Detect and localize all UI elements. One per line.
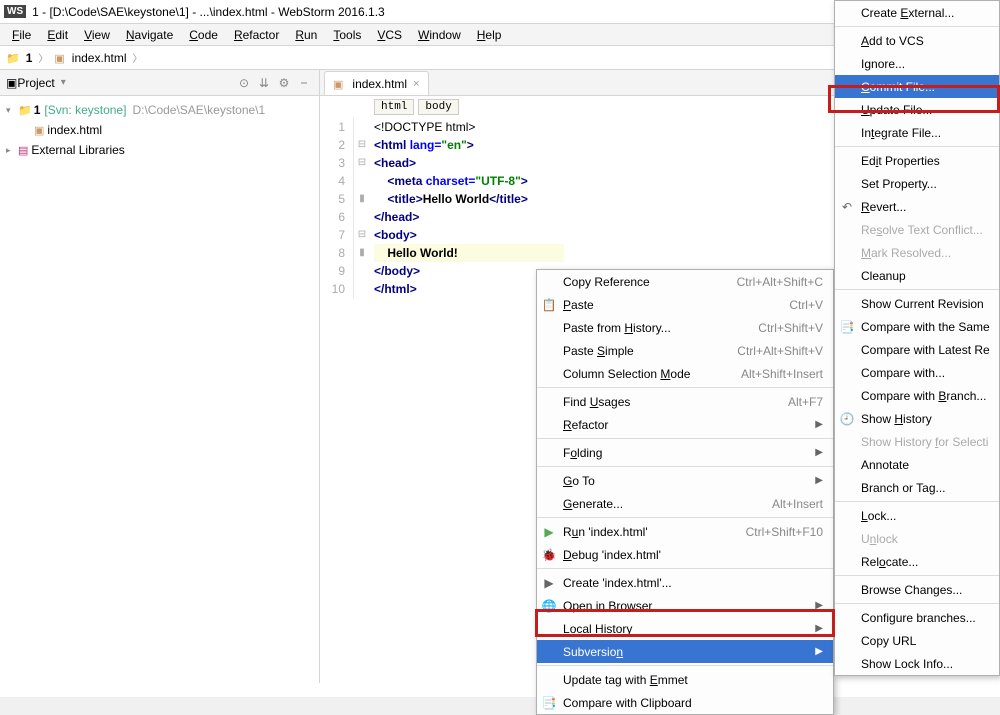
menu-item[interactable]: Branch or Tag...	[835, 476, 999, 499]
menu-tools[interactable]: Tools	[327, 26, 367, 44]
menu-item[interactable]: 📋PasteCtrl+V	[537, 293, 833, 316]
menu-item[interactable]: Folding▶	[537, 441, 833, 464]
menu-item[interactable]: Edit Properties	[835, 149, 999, 172]
tree-ext-label: External Libraries	[31, 143, 124, 157]
menu-item[interactable]: Configure branches...	[835, 606, 999, 629]
vcs-label: [Svn: keystone]	[44, 103, 126, 117]
project-sidebar: ▣ Project ▾ ⊙ ⇊ ⚙ ⎯ ▾ 1 [Svn: keystone] …	[0, 70, 320, 697]
menu-item[interactable]: Paste SimpleCtrl+Alt+Shift+V	[537, 339, 833, 362]
menu-item[interactable]: Copy ReferenceCtrl+Alt+Shift+C	[537, 270, 833, 293]
chevron-icon: 〉	[38, 50, 48, 65]
menu-item[interactable]: 📑Compare with Clipboard	[537, 691, 833, 714]
nav-root[interactable]: 1	[26, 51, 33, 65]
menu-run[interactable]: Run	[289, 26, 323, 44]
collapse-icon[interactable]: ⇊	[255, 74, 273, 92]
crumb-body[interactable]: body	[418, 99, 458, 115]
menu-item[interactable]: Generate...Alt+Insert	[537, 492, 833, 515]
menu-item[interactable]: Local History▶	[537, 617, 833, 640]
menu-item[interactable]: Column Selection ModeAlt+Shift+Insert	[537, 362, 833, 385]
menu-vcs[interactable]: VCS	[371, 26, 408, 44]
menu-item[interactable]: 🌐Open in Browser▶	[537, 594, 833, 617]
menu-item[interactable]: Go To▶	[537, 469, 833, 492]
menu-item[interactable]: Create External...	[835, 1, 999, 24]
menu-item[interactable]: Integrate File...	[835, 121, 999, 144]
menu-file[interactable]: File	[6, 26, 37, 44]
tree-root-label: 1	[34, 103, 41, 117]
menu-edit[interactable]: Edit	[41, 26, 74, 44]
menu-view[interactable]: View	[78, 26, 116, 44]
menu-item[interactable]: Subversion▶	[537, 640, 833, 663]
editor-context-menu[interactable]: Copy ReferenceCtrl+Alt+Shift+C📋PasteCtrl…	[536, 269, 834, 715]
tree-path: D:\Code\SAE\keystone\1	[132, 103, 265, 117]
nav-file[interactable]: index.html	[72, 51, 127, 65]
html-icon	[54, 51, 67, 65]
line-gutter: 12345678910	[320, 118, 354, 298]
menu-item[interactable]: Relocate...	[835, 550, 999, 573]
close-icon[interactable]: ×	[413, 78, 419, 90]
chevron-icon: 〉	[133, 50, 143, 65]
menu-item[interactable]: Lock...	[835, 504, 999, 527]
menu-item[interactable]: Update tag with Emmet	[537, 668, 833, 691]
lib-icon	[18, 143, 31, 157]
menu-window[interactable]: Window	[412, 26, 467, 44]
tree-external[interactable]: ▸ External Libraries	[0, 140, 319, 160]
menu-item[interactable]: 🐞Debug 'index.html'	[537, 543, 833, 566]
html-icon	[34, 123, 47, 137]
menu-navigate[interactable]: Navigate	[120, 26, 179, 44]
menu-refactor[interactable]: Refactor	[228, 26, 285, 44]
menu-item[interactable]: ▶Run 'index.html'Ctrl+Shift+F10	[537, 520, 833, 543]
menu-item[interactable]: Compare with Branch...	[835, 384, 999, 407]
menu-item[interactable]: Annotate	[835, 453, 999, 476]
chevron-down-icon[interactable]: ▾	[61, 77, 66, 88]
menu-item[interactable]: Show Current Revision	[835, 292, 999, 315]
folder-icon	[6, 51, 22, 65]
project-tool-icon: ▣	[6, 76, 17, 90]
menu-item[interactable]: Add to VCS	[835, 29, 999, 52]
menu-item[interactable]: Compare with Latest Re	[835, 338, 999, 361]
menu-item[interactable]: ↶Revert...	[835, 195, 999, 218]
menu-item[interactable]: Paste from History...Ctrl+Shift+V	[537, 316, 833, 339]
torn-edge	[0, 683, 1000, 697]
menu-item: Resolve Text Conflict...	[835, 218, 999, 241]
menu-item[interactable]: Update File...	[835, 98, 999, 121]
menu-item[interactable]: Ignore...	[835, 52, 999, 75]
project-tree[interactable]: ▾ 1 [Svn: keystone] D:\Code\SAE\keystone…	[0, 96, 319, 164]
subversion-submenu[interactable]: Create External...Add to VCSIgnore...Com…	[834, 0, 1000, 676]
menu-item[interactable]: Browse Changes...	[835, 578, 999, 601]
menu-code[interactable]: Code	[183, 26, 224, 44]
menu-item[interactable]: Commit File...	[835, 75, 999, 98]
editor-tab[interactable]: index.html ×	[324, 71, 429, 95]
html-icon	[333, 77, 346, 91]
gear-icon[interactable]: ⚙	[275, 74, 293, 92]
scroll-target-icon[interactable]: ⊙	[235, 74, 253, 92]
menu-item[interactable]: Find UsagesAlt+F7	[537, 390, 833, 413]
menu-item[interactable]: Refactor▶	[537, 413, 833, 436]
crumb-html[interactable]: html	[374, 99, 414, 115]
folder-icon	[18, 103, 34, 117]
menu-item[interactable]: Compare with...	[835, 361, 999, 384]
window-title: 1 - [D:\Code\SAE\keystone\1] - ...\index…	[32, 5, 385, 19]
menu-item: Unlock	[835, 527, 999, 550]
menu-item: Mark Resolved...	[835, 241, 999, 264]
app-icon: WS	[4, 5, 26, 18]
editor-tab-label: index.html	[352, 77, 407, 91]
sidebar-header: ▣ Project ▾ ⊙ ⇊ ⚙ ⎯	[0, 70, 319, 96]
menu-item[interactable]: ▶Create 'index.html'...	[537, 571, 833, 594]
hide-icon[interactable]: ⎯	[295, 74, 313, 92]
menu-item[interactable]: Show Lock Info...	[835, 652, 999, 675]
fold-marks[interactable]: ⊟⊟▮⊟▮	[354, 118, 370, 298]
menu-item[interactable]: 🕘Show History	[835, 407, 999, 430]
tree-file-label: index.html	[47, 123, 102, 137]
tree-file[interactable]: index.html	[0, 120, 319, 140]
tree-root[interactable]: ▾ 1 [Svn: keystone] D:\Code\SAE\keystone…	[0, 100, 319, 120]
menu-item[interactable]: 📑Compare with the Same	[835, 315, 999, 338]
menu-item[interactable]: Copy URL	[835, 629, 999, 652]
sidebar-title[interactable]: Project	[17, 76, 54, 90]
menu-help[interactable]: Help	[471, 26, 508, 44]
menu-item: Show History for Selecti	[835, 430, 999, 453]
code-lines[interactable]: <!DOCTYPE html><html lang="en"><head> <m…	[370, 118, 564, 298]
menu-item[interactable]: Set Property...	[835, 172, 999, 195]
menu-item[interactable]: Cleanup	[835, 264, 999, 287]
